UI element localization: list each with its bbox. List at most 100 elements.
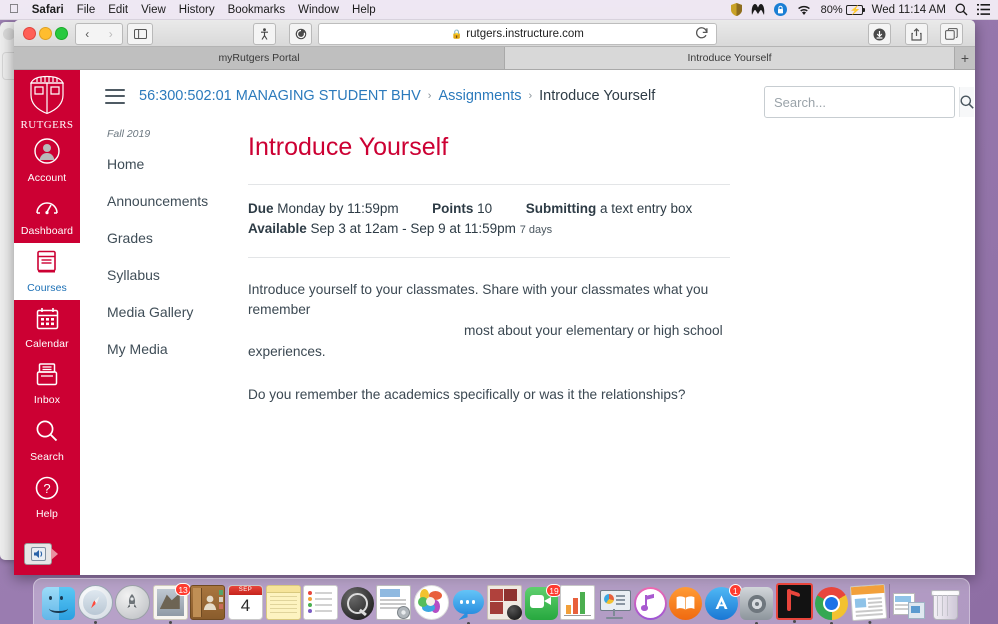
- dock-item-keynote[interactable]: [598, 587, 631, 620]
- course-term-label: Fall 2019: [107, 128, 151, 140]
- forward-button[interactable]: ›: [100, 27, 123, 41]
- dock-item-google-chrome[interactable]: [815, 587, 849, 624]
- course-nav-my-media[interactable]: My Media: [107, 341, 248, 357]
- course-navigation: Fall 2019 Home Announcements Grades Syll…: [80, 122, 248, 406]
- dock-item-reminders[interactable]: [303, 585, 339, 620]
- wifi-icon[interactable]: [796, 4, 812, 16]
- tab-introduce-yourself[interactable]: Introduce Yourself: [505, 47, 955, 69]
- rutgers-logo[interactable]: RUTGERS: [14, 70, 80, 131]
- sidebar-item-calendar[interactable]: Calendar: [14, 300, 80, 356]
- dock-item-mail[interactable]: 13: [152, 583, 191, 624]
- search-box[interactable]: [764, 86, 974, 118]
- menu-history[interactable]: History: [179, 4, 215, 16]
- tab-myrutgers-portal[interactable]: myRutgers Portal: [14, 47, 505, 69]
- course-nav-grades[interactable]: Grades: [107, 230, 248, 246]
- dock-divider: [888, 584, 890, 618]
- search-button[interactable]: [959, 87, 974, 117]
- calendar-icon: [36, 307, 59, 335]
- sidebar-item-search[interactable]: Search: [14, 412, 80, 469]
- address-bar[interactable]: 🔒 rutgers.instructure.com: [318, 23, 717, 45]
- dock-item-facetime[interactable]: 19: [524, 584, 562, 620]
- zoom-button[interactable]: [55, 27, 68, 40]
- dock-item-finder[interactable]: [42, 587, 75, 620]
- course-nav-syllabus[interactable]: Syllabus: [107, 267, 248, 283]
- course-nav-media-gallery[interactable]: Media Gallery: [107, 304, 248, 320]
- breadcrumb-assignments-link[interactable]: Assignments: [438, 88, 521, 104]
- reader-icon[interactable]: [253, 23, 276, 45]
- spotlight-search-icon[interactable]: [955, 3, 968, 16]
- share-icon[interactable]: [905, 23, 928, 45]
- search-input[interactable]: [765, 87, 959, 117]
- menu-edit[interactable]: Edit: [108, 4, 128, 16]
- dock-item-adobe-acrobat[interactable]: [775, 583, 813, 623]
- breadcrumb-course-link[interactable]: 56:300:502:01 MANAGING STUDENT BHV: [139, 88, 421, 104]
- dock-item-photos[interactable]: [413, 585, 449, 620]
- sidebar-item-help[interactable]: ? Help: [14, 469, 80, 526]
- canvas-content: 56:300:502:01 MANAGING STUDENT BHV › Ass…: [80, 70, 975, 575]
- description-line: most about your elementary or high schoo…: [464, 323, 723, 339]
- sidebar-item-account[interactable]: Account: [14, 131, 80, 190]
- dock-item-safari[interactable]: [77, 585, 113, 624]
- reload-icon[interactable]: [695, 26, 709, 40]
- dock-item-itunes[interactable]: [633, 587, 667, 620]
- sidebar-item-label: Calendar: [25, 338, 69, 350]
- hamburger-menu-icon[interactable]: [105, 88, 125, 104]
- dock-item-photo-booth[interactable]: [487, 585, 523, 620]
- dock-item-notes[interactable]: [265, 585, 301, 620]
- extension-icon[interactable]: [289, 23, 312, 45]
- tab-bar: myRutgers Portal Introduce Yourself +: [14, 47, 975, 70]
- menu-window[interactable]: Window: [298, 4, 339, 16]
- background-window[interactable]: [0, 22, 18, 560]
- inbox-tray-icon: [36, 363, 58, 391]
- sidebar-item-dashboard[interactable]: Dashboard: [14, 190, 80, 243]
- menu-bar-clock[interactable]: Wed 11:14 AM: [872, 4, 946, 16]
- back-button[interactable]: ‹: [76, 27, 99, 41]
- dock-item-quicktime[interactable]: [340, 587, 374, 620]
- sidebar-item-courses[interactable]: Courses: [14, 243, 80, 300]
- apple-logo-icon[interactable]: : [9, 2, 19, 15]
- new-tab-button[interactable]: +: [955, 47, 975, 69]
- menu-file[interactable]: File: [77, 4, 96, 16]
- dock-item-messages[interactable]: [452, 587, 485, 624]
- assignment-description-paragraph-2: Do you remember the academics specifical…: [248, 386, 686, 402]
- dock-item-numbers[interactable]: [560, 585, 596, 620]
- menu-bar-items:  Safari File Edit View History Bookmark…: [0, 2, 376, 16]
- close-button[interactable]: [23, 27, 36, 40]
- dock-item-trash[interactable]: [928, 587, 961, 620]
- malwarebytes-icon[interactable]: [751, 3, 765, 16]
- menu-view[interactable]: View: [141, 4, 166, 16]
- battery-status[interactable]: 80% ⚡: [821, 4, 865, 16]
- page-title: Introduce Yourself: [248, 133, 449, 161]
- sidebar-item-label: Help: [36, 508, 58, 520]
- menu-bookmarks[interactable]: Bookmarks: [228, 4, 286, 16]
- dock-item-pages[interactable]: [849, 583, 888, 624]
- dock-item-documents-stack[interactable]: [892, 587, 926, 620]
- dock-item-app-store[interactable]: 1: [704, 584, 742, 620]
- sidebar-item-inbox[interactable]: Inbox: [14, 356, 80, 412]
- dock-item-launchpad[interactable]: [115, 585, 151, 620]
- dock-item-automator-document[interactable]: [376, 585, 412, 620]
- security-lock-icon[interactable]: [773, 3, 787, 16]
- menu-safari[interactable]: Safari: [32, 4, 64, 16]
- shield-icon[interactable]: [730, 3, 742, 16]
- course-nav-home[interactable]: Home: [107, 156, 248, 172]
- dock-item-ibooks[interactable]: [669, 587, 703, 620]
- calendar-month: SEP: [228, 586, 262, 595]
- due-value: Monday by 11:59pm: [277, 201, 399, 216]
- dock-item-contacts[interactable]: [190, 585, 226, 620]
- downloads-icon[interactable]: [868, 23, 891, 45]
- screen:  Safari File Edit View History Bookmark…: [0, 0, 998, 624]
- dock-item-calendar[interactable]: SEP 4: [227, 585, 263, 620]
- accessibility-speaker-icon[interactable]: [24, 543, 58, 565]
- minimize-button[interactable]: [39, 27, 52, 40]
- web-page: RUTGERS Account Dashboard Courses Calend…: [14, 70, 975, 575]
- sidebar-icon[interactable]: [127, 23, 153, 45]
- notification-center-icon[interactable]: [977, 4, 990, 15]
- show-all-tabs-icon[interactable]: [940, 23, 963, 45]
- menu-bar-status-items: 80% ⚡ Wed 11:14 AM: [730, 3, 998, 16]
- rutgers-logo-text: RUTGERS: [20, 119, 74, 131]
- menu-help[interactable]: Help: [352, 4, 376, 16]
- course-nav-announcements[interactable]: Announcements: [107, 193, 248, 209]
- submitting-value: a text entry box: [600, 201, 693, 216]
- dock-item-system-preferences[interactable]: [740, 587, 774, 624]
